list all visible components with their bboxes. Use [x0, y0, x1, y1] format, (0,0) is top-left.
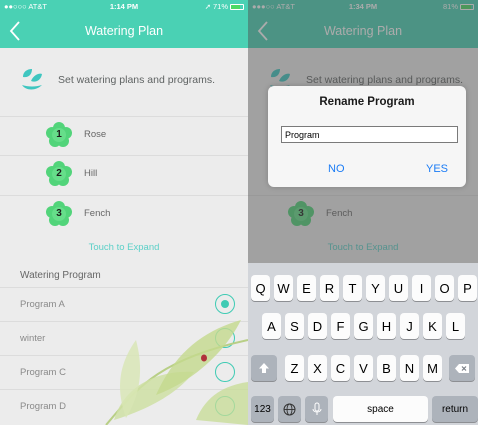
key-d[interactable]: D: [308, 313, 327, 339]
section-label: Watering Program: [20, 270, 101, 281]
battery-status: ➚ 71%: [164, 2, 244, 11]
key-n[interactable]: N: [400, 355, 419, 381]
key-r[interactable]: R: [320, 275, 339, 301]
key-c[interactable]: C: [331, 355, 350, 381]
program-row[interactable]: Program D: [0, 389, 248, 422]
key-m[interactable]: M: [423, 355, 442, 381]
key-g[interactable]: G: [354, 313, 373, 339]
key-y[interactable]: Y: [366, 275, 385, 301]
location-icon: ➚: [204, 2, 211, 11]
return-key[interactable]: return: [432, 396, 478, 422]
radio-unselected[interactable]: [215, 396, 235, 416]
key-i[interactable]: I: [412, 275, 431, 301]
program-row[interactable]: Program A: [0, 287, 248, 320]
program-name-input[interactable]: [281, 126, 458, 143]
key-f[interactable]: F: [331, 313, 350, 339]
program-name: winter: [20, 332, 46, 344]
key-l[interactable]: L: [446, 313, 465, 339]
key-h[interactable]: H: [377, 313, 396, 339]
plan-number: 2: [56, 168, 62, 179]
plan-item[interactable]: 1 Rose: [0, 116, 248, 152]
program-row[interactable]: winter: [0, 321, 248, 354]
key-v[interactable]: V: [354, 355, 373, 381]
key-q[interactable]: Q: [251, 275, 270, 301]
key-u[interactable]: U: [389, 275, 408, 301]
header-text: Set watering plans and programs.: [58, 74, 216, 86]
shift-key[interactable]: [251, 355, 277, 381]
plan-item[interactable]: 2 Hill: [0, 155, 248, 191]
radio-selected[interactable]: [215, 294, 235, 314]
key-x[interactable]: X: [308, 355, 327, 381]
radio-dot: [221, 300, 229, 308]
touch-to-expand-link[interactable]: Touch to Expand: [0, 242, 248, 253]
plan-name: Fench: [84, 208, 111, 219]
shift-arrow-icon: [259, 363, 269, 373]
numbers-key[interactable]: 123: [251, 396, 274, 422]
dictation-key[interactable]: [305, 396, 328, 422]
radio-unselected[interactable]: [215, 328, 235, 348]
program-name: Program C: [20, 366, 66, 378]
plan-number-badge: 3: [46, 200, 72, 227]
plan-name: Rose: [84, 129, 107, 140]
plan-name: Hill: [84, 168, 98, 179]
section-header: Set watering plans and programs.: [0, 48, 248, 112]
backspace-icon: [455, 363, 469, 373]
key-p[interactable]: P: [458, 275, 477, 301]
nav-bar: Watering Plan: [0, 13, 248, 48]
key-k[interactable]: K: [423, 313, 442, 339]
no-button[interactable]: NO: [328, 163, 345, 175]
key-o[interactable]: O: [435, 275, 454, 301]
battery-icon: [230, 3, 244, 10]
microphone-icon: [312, 402, 321, 415]
key-j[interactable]: J: [400, 313, 419, 339]
status-bar: ●●○○○ AT&T 1:14 PM ➚ 71%: [0, 0, 248, 13]
key-a[interactable]: A: [262, 313, 281, 339]
plan-item[interactable]: 3 Fench: [0, 195, 248, 231]
program-name: Program D: [20, 400, 66, 412]
space-key[interactable]: space: [333, 396, 428, 422]
program-row[interactable]: Program C: [0, 355, 248, 388]
key-e[interactable]: E: [297, 275, 316, 301]
key-s[interactable]: S: [285, 313, 304, 339]
page-title: Watering Plan: [84, 23, 164, 38]
rename-dialog: Rename Program NO YES: [268, 86, 466, 187]
rename-program-screen: ●●●○○ AT&T 1:34 PM 81% Watering Plan Set…: [248, 0, 478, 425]
plan-number-badge: 2: [46, 160, 72, 187]
key-z[interactable]: Z: [285, 355, 304, 381]
key-b[interactable]: B: [377, 355, 396, 381]
radio-unselected[interactable]: [215, 362, 235, 382]
delete-key[interactable]: [449, 355, 475, 381]
dialog-title: Rename Program: [319, 96, 415, 108]
key-t[interactable]: T: [343, 275, 362, 301]
globe-key[interactable]: [278, 396, 301, 422]
program-name: Program A: [20, 298, 65, 310]
back-chevron-icon[interactable]: [8, 20, 22, 42]
plan-number-badge: 1: [46, 121, 72, 148]
battery-fill: [231, 4, 240, 9]
plan-number: 1: [56, 129, 62, 140]
battery-percent: 71%: [212, 2, 228, 11]
yes-button[interactable]: YES: [426, 163, 448, 175]
watering-plan-screen: ●●○○○ AT&T 1:14 PM ➚ 71% Watering Plan S…: [0, 0, 248, 425]
plan-number: 3: [56, 208, 62, 219]
keyboard: Q W E R T Y U I O P A S D F G H J K L Z …: [248, 263, 478, 425]
clock: 1:14 PM: [109, 2, 139, 11]
carrier-label: ●●○○○ AT&T: [4, 2, 47, 11]
leaf-icon: [22, 69, 42, 90]
key-w[interactable]: W: [274, 275, 293, 301]
globe-icon: [283, 403, 296, 415]
